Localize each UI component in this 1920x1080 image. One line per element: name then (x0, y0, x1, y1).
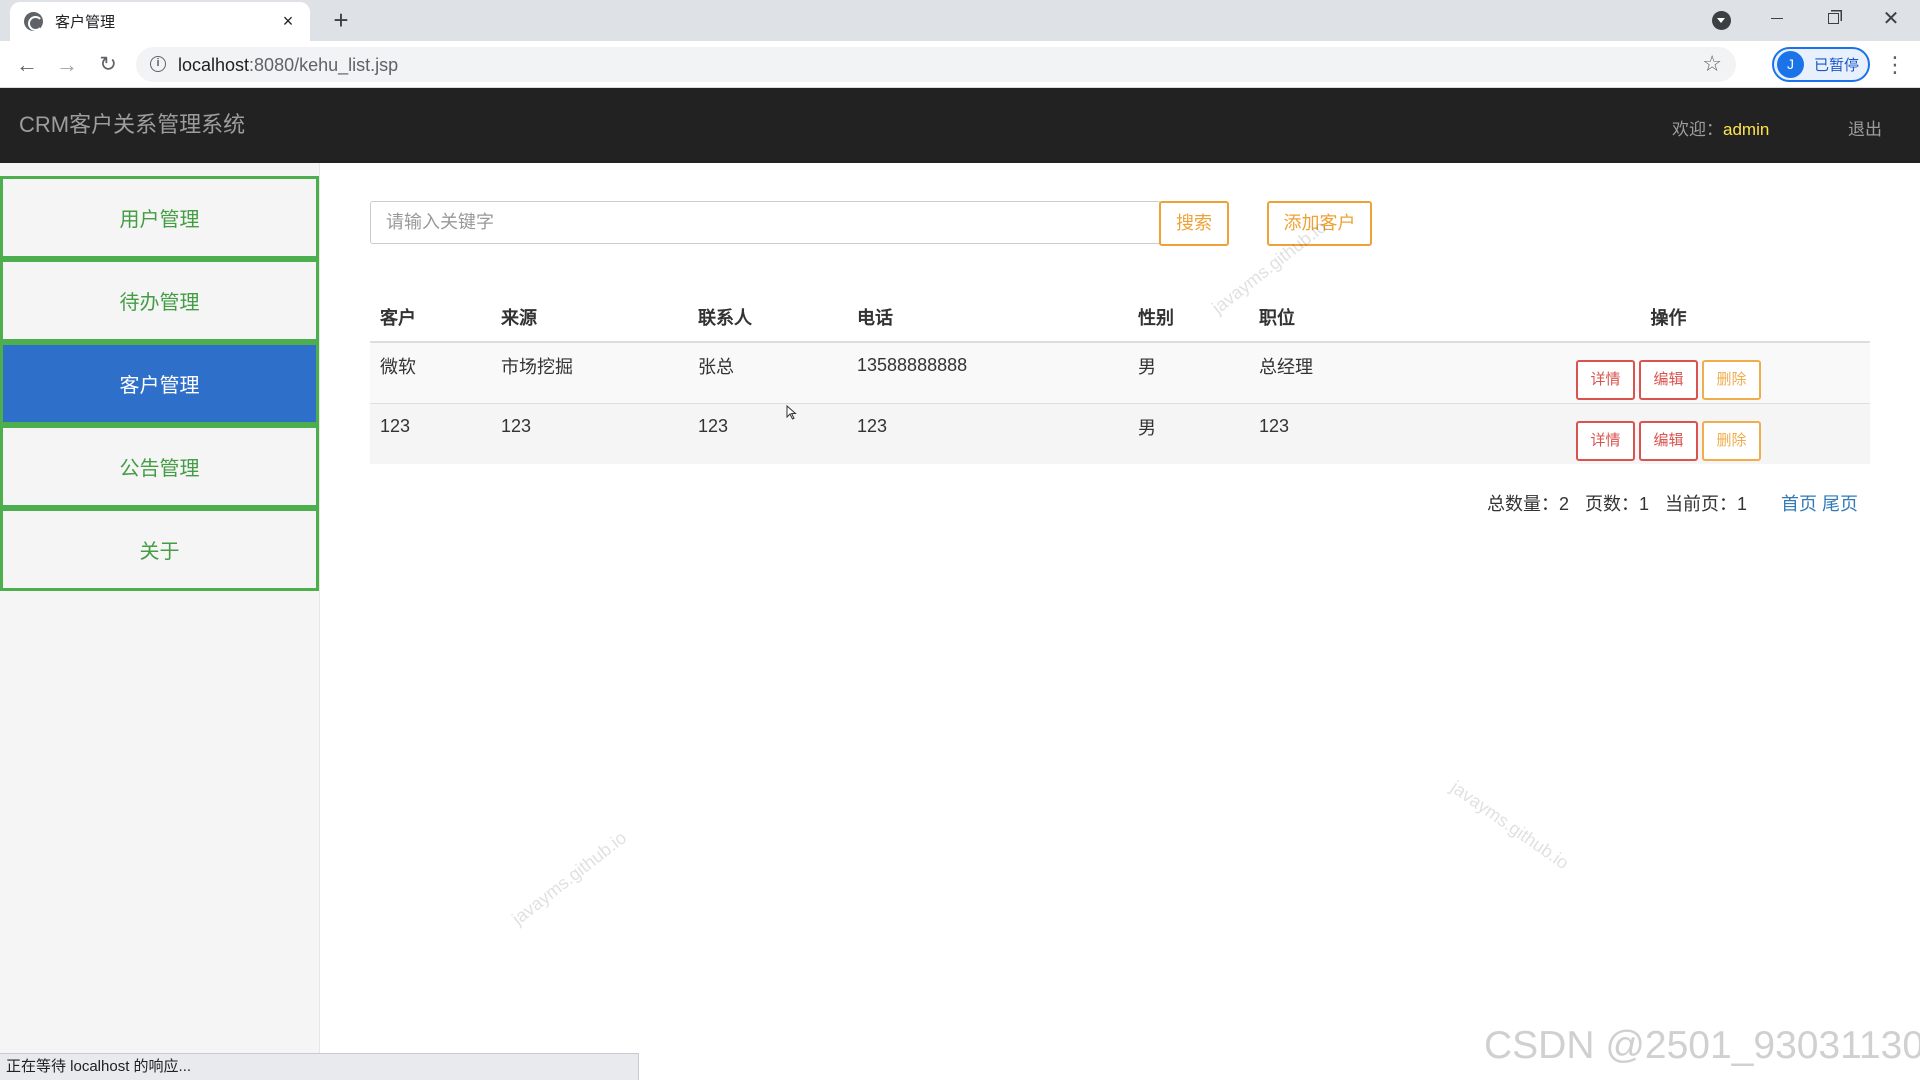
reload-icon[interactable]: ↻ (93, 50, 123, 80)
pagination: 总数量：2 页数：1 当前页：1 首页 尾页 (1487, 490, 1858, 516)
edit-button[interactable]: 编辑 (1639, 359, 1698, 400)
window-restore-button[interactable] (1810, 4, 1856, 34)
column-header-customer: 客户 (370, 293, 491, 343)
delete-button[interactable]: 删除 (1702, 420, 1761, 461)
browser-tab[interactable]: 客户管理 × (10, 2, 310, 41)
search-button[interactable]: 搜索 (1159, 201, 1229, 246)
watermark: javayms.github.io (1447, 777, 1573, 874)
new-tab-button[interactable]: + (326, 6, 356, 36)
sidebar: 用户管理 待办管理 客户管理 公告管理 关于 (0, 163, 320, 1080)
cell-phone: 13588888888 (847, 341, 1128, 403)
cell-source: 123 (491, 402, 688, 464)
column-header-phone: 电话 (847, 293, 1128, 343)
bookmark-star-icon[interactable]: ☆ (1702, 51, 1722, 77)
logout-link[interactable]: 退出 (1848, 115, 1882, 140)
cell-gender: 男 (1128, 402, 1249, 464)
column-header-position: 职位 (1249, 293, 1467, 343)
table-row: 123 123 123 123 男 123 详情 编辑 删除 (370, 402, 1870, 464)
back-arrow-icon[interactable]: ← (12, 50, 42, 80)
url-path: :8080/kehu_list.jsp (249, 55, 399, 75)
globe-favicon-icon (24, 12, 43, 31)
forward-arrow-icon[interactable]: → (52, 50, 82, 80)
detail-button[interactable]: 详情 (1576, 359, 1635, 400)
add-customer-button[interactable]: 添加客户 (1267, 201, 1372, 246)
avatar: J (1777, 51, 1804, 78)
browser-tab-strip: 客户管理 × + ✕ (0, 0, 1920, 41)
url-host: localhost (178, 55, 250, 75)
cell-contact: 123 (688, 402, 847, 464)
page-count: 页数：1 (1585, 494, 1650, 514)
profile-status-label: 已暂停 (1814, 57, 1860, 74)
search-input[interactable] (370, 201, 1161, 244)
cell-gender: 男 (1128, 341, 1249, 403)
url-text[interactable]: localhost:8080/kehu_list.jsp (178, 55, 398, 76)
current-username: admin (1723, 120, 1770, 139)
column-header-source: 来源 (491, 293, 688, 343)
more-menu-icon[interactable]: ⋮ (1880, 50, 1910, 80)
sidebar-item-about[interactable]: 关于 (0, 508, 319, 591)
browser-toolbar: ← → ↻ i localhost:8080/kehu_list.jsp ☆ J… (0, 41, 1920, 88)
last-page-link[interactable]: 尾页 (1822, 494, 1858, 514)
first-page-link[interactable]: 首页 (1781, 494, 1817, 514)
window-close-button[interactable]: ✕ (1868, 4, 1914, 34)
welcome-label: 欢迎： (1672, 120, 1723, 139)
cell-actions: 详情 编辑 删除 (1467, 402, 1870, 464)
sidebar-item-announcements[interactable]: 公告管理 (0, 425, 319, 508)
csdn-watermark: CSDN @2501_93031130 (1484, 1024, 1920, 1067)
welcome-text: 欢迎：admin (1672, 115, 1769, 140)
table-row: 微软 市场挖掘 张总 13588888888 男 总经理 详情 编辑 删除 (370, 341, 1870, 403)
cell-position: 123 (1249, 402, 1467, 464)
app-brand[interactable]: CRM客户关系管理系统 (19, 107, 245, 139)
table-header-row: 客户 来源 联系人 电话 性别 职位 操作 (370, 293, 1870, 343)
tab-search-icon[interactable] (1712, 11, 1731, 30)
site-info-icon[interactable]: i (150, 56, 166, 72)
column-header-contact: 联系人 (688, 293, 847, 343)
restore-icon (1827, 13, 1839, 25)
delete-button[interactable]: 删除 (1702, 359, 1761, 400)
tab-title: 客户管理 (55, 14, 116, 31)
total-count: 总数量：2 (1487, 494, 1570, 514)
column-header-actions: 操作 (1467, 293, 1870, 343)
browser-status-bar: 正在等待 localhost 的响应... (0, 1053, 639, 1080)
cell-position: 总经理 (1249, 341, 1467, 403)
cell-customer: 123 (370, 402, 491, 464)
customer-table: 客户 来源 联系人 电话 性别 职位 操作 微软 市场挖掘 张总 1358888… (370, 293, 1870, 464)
window-minimize-button[interactable] (1754, 4, 1800, 34)
cell-actions: 详情 编辑 删除 (1467, 341, 1870, 403)
sidebar-item-customers[interactable]: 客户管理 (0, 342, 319, 425)
cell-phone: 123 (847, 402, 1128, 464)
cell-source: 市场挖掘 (491, 341, 688, 403)
current-page: 当前页：1 (1665, 494, 1748, 514)
detail-button[interactable]: 详情 (1576, 420, 1635, 461)
profile-button[interactable]: J 已暂停 (1772, 47, 1870, 82)
address-bar[interactable]: i localhost:8080/kehu_list.jsp ☆ (136, 47, 1736, 82)
sidebar-item-users[interactable]: 用户管理 (0, 176, 319, 259)
main-content: 搜索 添加客户 客户 来源 联系人 电话 性别 职位 操作 微软 (320, 163, 1920, 1080)
minimize-icon (1771, 18, 1783, 20)
cell-customer: 微软 (370, 341, 491, 403)
edit-button[interactable]: 编辑 (1639, 420, 1698, 461)
app-navbar: CRM客户关系管理系统 欢迎：admin 退出 (0, 88, 1920, 163)
tab-close-icon[interactable]: × (278, 11, 298, 32)
sidebar-item-todos[interactable]: 待办管理 (0, 259, 319, 342)
watermark: javayms.github.io (508, 827, 631, 929)
cell-contact: 张总 (688, 341, 847, 403)
column-header-gender: 性别 (1128, 293, 1249, 343)
